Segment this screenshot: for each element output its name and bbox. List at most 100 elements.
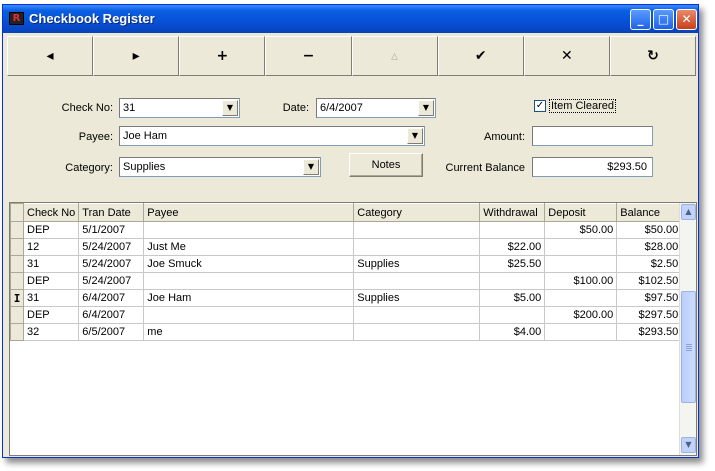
row-selector[interactable]	[10, 323, 24, 341]
table-cell[interactable]: DEP	[22, 221, 80, 239]
row-selector[interactable]	[10, 238, 24, 256]
app-icon[interactable]: R	[9, 12, 24, 25]
table-cell[interactable]: $28.00	[616, 238, 683, 256]
refresh-button[interactable]: ↻	[609, 36, 696, 76]
table-cell[interactable]: $50.00	[544, 221, 618, 239]
table-cell[interactable]: 5/1/2007	[78, 221, 145, 239]
row-selector[interactable]	[10, 272, 24, 290]
table-row[interactable]: I 31 6/4/2007 Joe Ham Supplies $5.00 $97.50	[10, 289, 683, 307]
table-cell[interactable]: $22.00	[479, 238, 546, 256]
column-header[interactable]: Tran Date	[78, 203, 145, 222]
next-record-button[interactable]: ▸	[93, 36, 180, 76]
table-cell[interactable]: 6/4/2007	[78, 289, 145, 307]
table-cell[interactable]	[353, 221, 481, 239]
table-cell[interactable]: 31	[22, 289, 80, 307]
column-header[interactable]: Payee	[143, 203, 355, 222]
scroll-up-icon[interactable]: ▲	[681, 204, 696, 220]
table-cell[interactable]	[143, 306, 355, 324]
table-cell[interactable]	[353, 238, 481, 256]
table-cell[interactable]: $200.00	[544, 306, 618, 324]
table-cell[interactable]: 5/24/2007	[78, 238, 145, 256]
table-cell[interactable]: 12	[22, 238, 80, 256]
scroll-thumb[interactable]	[681, 291, 696, 403]
column-header[interactable]: Withdrawal	[479, 203, 546, 222]
table-cell[interactable]: 5/24/2007	[78, 272, 145, 290]
table-cell[interactable]: DEP	[22, 306, 80, 324]
vertical-scrollbar[interactable]: ▲ ▼	[679, 203, 696, 455]
column-header[interactable]: Check No	[22, 203, 80, 222]
column-header[interactable]: Category	[353, 203, 481, 222]
table-cell[interactable]	[479, 272, 546, 290]
item-cleared-label[interactable]: Item Cleared	[549, 99, 616, 113]
date-combo[interactable]: 6/4/2007 ▼	[316, 98, 436, 118]
table-cell[interactable]	[544, 255, 618, 273]
table-cell[interactable]: Just Me	[143, 238, 355, 256]
maximize-button[interactable]: □	[653, 9, 674, 30]
chevron-down-icon[interactable]: ▼	[222, 100, 238, 116]
notes-button[interactable]: Notes	[349, 153, 423, 177]
table-cell[interactable]: $293.50	[616, 323, 683, 341]
table-cell[interactable]	[353, 306, 481, 324]
column-header[interactable]: Balance	[616, 203, 683, 222]
table-row[interactable]: 31 5/24/2007 Joe Smuck Supplies $25.50 $2.50	[10, 255, 683, 273]
delete-record-button[interactable]: −	[265, 36, 352, 76]
table-row[interactable]: 32 6/5/2007 me $4.00 $293.50	[10, 323, 683, 341]
scroll-down-icon[interactable]: ▼	[681, 437, 696, 453]
chevron-down-icon[interactable]: ▼	[303, 159, 319, 175]
table-cell[interactable]	[143, 272, 355, 290]
table-cell[interactable]: $50.00	[616, 221, 683, 239]
table-cell[interactable]: $97.50	[616, 289, 683, 307]
table-cell[interactable]: $5.00	[479, 289, 546, 307]
table-cell[interactable]: $4.00	[479, 323, 546, 341]
row-selector[interactable]	[10, 306, 24, 324]
minimize-button[interactable]: _	[630, 9, 651, 30]
table-cell[interactable]: Supplies	[353, 289, 481, 307]
edit-record-button[interactable]: ▵	[351, 36, 438, 76]
table-row[interactable]: DEP 5/24/2007 $100.00 $102.50	[10, 272, 683, 290]
table-cell[interactable]	[479, 306, 546, 324]
chevron-down-icon[interactable]: ▼	[407, 128, 423, 144]
register-grid[interactable]: Check No Tran Date Payee Category Withdrawal…	[9, 202, 697, 456]
table-cell[interactable]	[544, 323, 618, 341]
table-cell[interactable]: Supplies	[353, 255, 481, 273]
table-cell[interactable]: 5/24/2007	[78, 255, 145, 273]
table-cell[interactable]: Joe Ham	[143, 289, 355, 307]
amount-field[interactable]	[532, 126, 653, 146]
column-header[interactable]: Deposit	[544, 203, 618, 222]
table-cell[interactable]: me	[143, 323, 355, 341]
table-cell[interactable]: 31	[22, 255, 80, 273]
add-record-button[interactable]: +	[179, 36, 266, 76]
table-row[interactable]: 12 5/24/2007 Just Me $22.00 $28.00	[10, 238, 683, 256]
row-selector[interactable]: I	[10, 289, 24, 307]
table-cell[interactable]	[544, 238, 618, 256]
row-selector[interactable]	[10, 255, 24, 273]
payee-combo[interactable]: Joe Ham ▼	[119, 126, 425, 146]
table-cell[interactable]: 6/5/2007	[78, 323, 145, 341]
row-selector[interactable]	[10, 221, 24, 239]
table-cell[interactable]: Joe Smuck	[143, 255, 355, 273]
table-cell[interactable]: 32	[22, 323, 80, 341]
table-cell[interactable]: $100.00	[544, 272, 618, 290]
table-row[interactable]: DEP 6/4/2007 $200.00 $297.50	[10, 306, 683, 324]
table-cell[interactable]: $2.50	[616, 255, 683, 273]
prev-record-button[interactable]: ◂	[7, 36, 94, 76]
table-cell[interactable]	[479, 221, 546, 239]
post-record-button[interactable]: ✔	[437, 36, 524, 76]
table-cell[interactable]: $25.50	[479, 255, 546, 273]
chevron-down-icon[interactable]: ▼	[418, 100, 434, 116]
title-bar[interactable]: R Checkbook Register _ □ ✕	[3, 5, 698, 33]
check-no-combo[interactable]: 31 ▼	[119, 98, 240, 118]
table-cell[interactable]: $297.50	[616, 306, 683, 324]
table-cell[interactable]: 6/4/2007	[78, 306, 145, 324]
table-cell[interactable]: DEP	[22, 272, 80, 290]
table-cell[interactable]: $102.50	[616, 272, 683, 290]
table-cell[interactable]	[544, 289, 618, 307]
cancel-record-button[interactable]: ✕	[523, 36, 610, 76]
table-cell[interactable]	[353, 272, 481, 290]
table-cell[interactable]	[353, 323, 481, 341]
item-cleared-checkbox[interactable]: ✓	[534, 100, 546, 112]
table-row[interactable]: DEP 5/1/2007 $50.00 $50.00	[10, 221, 683, 239]
table-cell[interactable]	[143, 221, 355, 239]
close-button[interactable]: ✕	[676, 9, 697, 30]
category-combo[interactable]: Supplies ▼	[119, 157, 321, 177]
